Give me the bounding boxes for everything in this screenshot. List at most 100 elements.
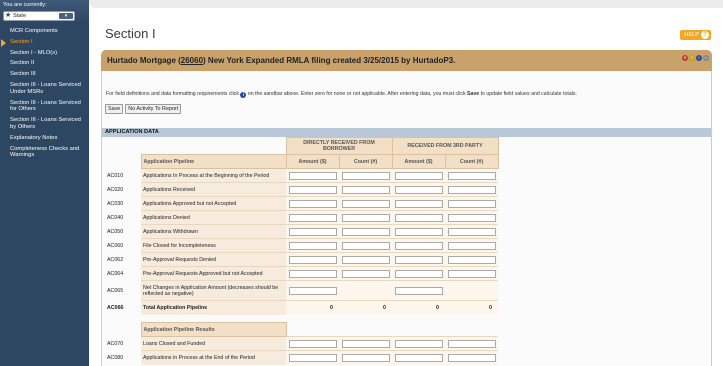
amount-third-party-input[interactable] [394,227,443,236]
sidebar-item-section-iii-by-others[interactable]: Section III - Loans Serviced by Others [0,115,89,133]
table-row: AC020 Applications Received [105,182,498,197]
count-third-party-input[interactable] [447,185,496,194]
count-third-party-input[interactable] [447,353,496,362]
column-header-amount: Amount ($) [391,154,446,169]
amount-third-party-input[interactable] [394,353,443,362]
pipeline-header: Application Pipeline [140,154,287,169]
sidebar-item-completeness-checks[interactable]: Completeness Checks and Warnings [0,144,89,162]
amount-direct-input[interactable] [288,213,337,222]
count-third-party-input[interactable] [447,241,496,250]
sidebar-item-explanatory-notes[interactable]: Explanatory Notes [0,133,89,144]
amount-third-party-input[interactable] [394,185,443,194]
error-icon[interactable]: ✕ [682,55,688,61]
row-code: AC060 [107,242,124,249]
sidebar-item-label: Section I - MLO(s) [10,49,58,56]
amount-third-party-input[interactable] [394,241,443,250]
amount-direct-input[interactable] [288,199,337,208]
sidebar-item-section-i-mlo[interactable]: Section I - MLO(s) [0,48,89,59]
sidebar-item-section-ii[interactable]: Section II [0,58,89,69]
application-data-table: DIRECTLY RECEIVED FROM BORROWER RECEIVED… [105,137,499,365]
count-third-party-input[interactable] [447,199,496,208]
count-direct-input[interactable] [341,171,390,180]
filing-id-link[interactable]: 26060 [181,56,203,65]
spacer-cell [105,138,141,155]
count-direct-input[interactable] [341,185,390,194]
sidebar-item-section-i[interactable]: Section I [0,37,89,48]
row-description: Total Application Pipeline [141,300,286,315]
table-row: AC062 Pre-Approval Requests Denied [105,252,498,267]
info-icon[interactable]: i [696,55,702,61]
no-activity-button[interactable]: No Activity To Report [125,104,182,114]
save-button[interactable]: Save [105,104,124,114]
count-direct-input[interactable] [341,199,390,208]
amount-direct-input[interactable] [288,227,337,236]
empty-cell [339,280,392,301]
filing-bar: Hurtado Mortgage (26060) New York Expand… [101,50,712,71]
page-title: Section I [105,26,156,41]
count-direct-input[interactable] [341,255,390,264]
state-select[interactable]: ★ State ▾ [3,11,75,21]
total-amount-third-party: 0 [392,300,445,315]
amount-third-party-input[interactable] [394,213,443,222]
amount-direct-input[interactable] [288,353,337,362]
amount-third-party-input[interactable] [394,171,443,180]
count-direct-input[interactable] [341,269,390,278]
count-direct-input[interactable] [341,339,390,348]
amount-third-party-input[interactable] [394,286,443,295]
amount-third-party-input[interactable] [394,339,443,348]
sidebar: You are currently: ★ State ▾ MCR Compone… [0,0,89,366]
count-third-party-input[interactable] [447,227,496,236]
amount-direct-input[interactable] [288,255,337,264]
print-icon[interactable]: ▪ [703,55,709,61]
count-direct-input[interactable] [341,241,390,250]
row-description: Applications Withdrawn [141,224,286,239]
sidebar-item-mcr-components[interactable]: MCR Components [0,26,89,37]
amount-direct-input[interactable] [288,286,337,295]
row-code: AC066 [107,304,124,311]
sidebar-item-label: Section II [10,60,35,67]
chevron-down-icon[interactable]: ▾ [59,13,73,19]
row-code: AC065 [107,287,124,294]
action-buttons: Save No Activity To Report [105,104,182,114]
table-row: AC010 Applications In Process at the Beg… [105,168,498,183]
column-header-count: Count (#) [338,154,393,169]
star-icon: ★ [5,12,12,19]
count-direct-input[interactable] [341,353,390,362]
column-header-count: Count (#) [444,154,499,169]
instructions-text: For field definitions and data formattin… [106,91,577,98]
spacer-cell [105,323,141,337]
count-third-party-input[interactable] [447,269,496,278]
row-code: AC064 [107,270,124,277]
total-count-direct: 0 [339,300,392,315]
count-third-party-input[interactable] [447,255,496,264]
sidebar-item-section-iii[interactable]: Section III [0,69,89,80]
count-third-party-input[interactable] [447,171,496,180]
amount-direct-input[interactable] [288,185,337,194]
amount-direct-input[interactable] [288,269,337,278]
amount-direct-input[interactable] [288,171,337,180]
state-select-value: State [13,13,27,19]
sidebar-item-label: Section III - Loans Serviced Under MSRs [10,81,81,95]
count-direct-input[interactable] [341,227,390,236]
notes-icon[interactable]: ≡ [689,55,695,61]
sidebar-item-section-iii-msrs[interactable]: Section III - Loans Serviced Under MSRs [0,80,89,98]
row-description: Pre-Approval Requests Denied [141,252,286,267]
amount-direct-input[interactable] [288,339,337,348]
amount-third-party-input[interactable] [394,255,443,264]
count-direct-input[interactable] [341,213,390,222]
sidebar-item-label: MCR Components [10,28,58,34]
row-description: Applications Received [141,182,286,197]
total-amount-direct: 0 [286,300,339,315]
count-third-party-input[interactable] [447,213,496,222]
row-description: Applications In Process at the Beginning… [141,168,286,183]
table-row: AC040 Applications Denied [105,210,498,225]
sidebar-header: You are currently: ★ State ▾ [0,0,89,24]
amount-direct-input[interactable] [288,241,337,250]
sidebar-item-label: Explanatory Notes [10,134,58,141]
question-icon: ? [701,31,709,39]
amount-third-party-input[interactable] [394,269,443,278]
amount-third-party-input[interactable] [394,199,443,208]
count-third-party-input[interactable] [447,339,496,348]
sidebar-item-section-iii-for-others[interactable]: Section III - Loans Serviced for Others [0,98,89,116]
help-button[interactable]: HELP ? [680,30,711,40]
